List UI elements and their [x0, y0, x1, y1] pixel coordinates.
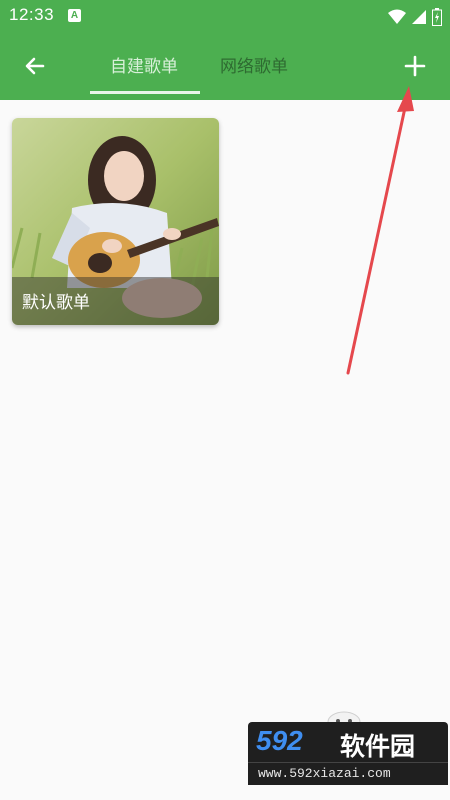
- notification-badge: A: [68, 9, 81, 22]
- watermark-url: www.592xiazai.com: [258, 766, 391, 781]
- system-icons: [387, 6, 442, 26]
- watermark-brand-number: 592: [256, 725, 303, 756]
- status-bar: 12:33 A: [0, 0, 450, 32]
- watermark-brand-bar: 592 软件园: [248, 722, 448, 762]
- tab-self-built-playlists[interactable]: 自建歌单: [110, 52, 178, 92]
- wifi-icon: [387, 9, 406, 24]
- add-playlist-button[interactable]: [398, 49, 432, 83]
- playlist-card[interactable]: 默认歌单: [12, 118, 219, 325]
- watermark-brand-text: 软件园: [340, 732, 416, 761]
- tab-indicator: [90, 91, 200, 94]
- tab-online-playlists[interactable]: 网络歌单: [220, 52, 288, 92]
- back-button[interactable]: [18, 49, 52, 83]
- battery-icon: [432, 7, 442, 26]
- watermark-url-bar: www.592xiazai.com: [248, 762, 448, 785]
- arrow-left-icon: [25, 57, 45, 75]
- signal-icon: [411, 9, 426, 24]
- app-toolbar: 自建歌单 网络歌单: [0, 32, 450, 100]
- status-time: 12:33: [9, 5, 55, 24]
- watermark-logo: 592 软件园 www.592xiazai.com: [248, 711, 448, 786]
- plus-icon: [404, 55, 426, 77]
- playlist-title: 默认歌单: [22, 293, 90, 313]
